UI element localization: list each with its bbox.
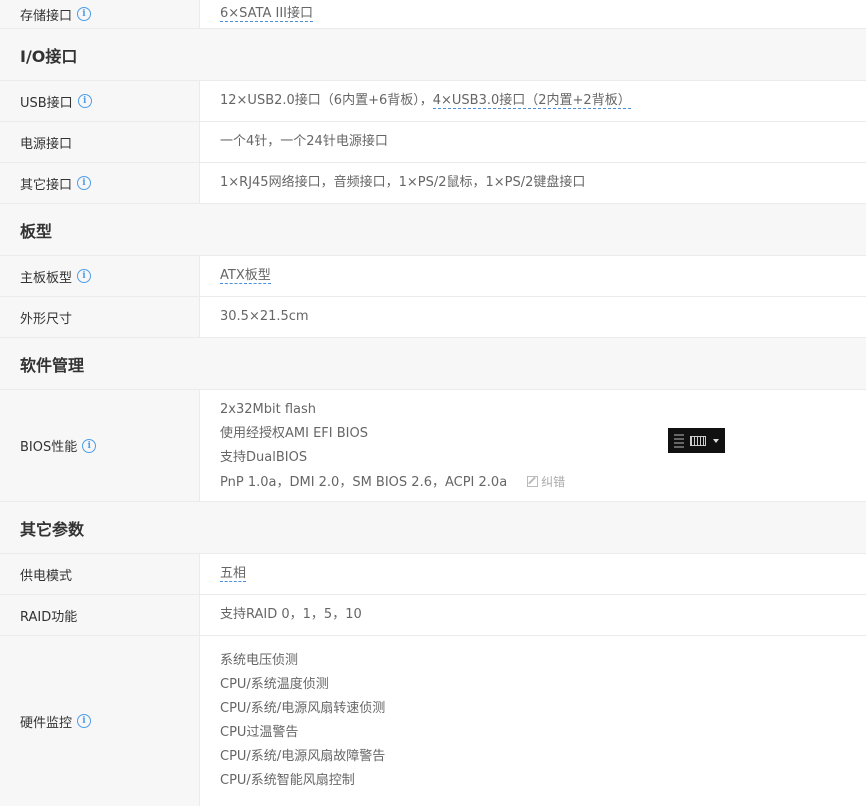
spec-label: 外形尺寸: [0, 297, 200, 337]
info-icon[interactable]: i: [77, 7, 92, 21]
spec-value: 五相: [200, 554, 866, 594]
spec-label: RAID功能: [0, 595, 200, 635]
spec-value: 6×SATA III接口: [200, 0, 866, 28]
edit-icon: [527, 475, 539, 487]
spec-link[interactable]: 五相: [220, 566, 247, 582]
keyboard-glyph-icon: [690, 435, 707, 446]
info-icon[interactable]: i: [82, 438, 97, 453]
spec-label: 硬件监控 i: [0, 636, 200, 806]
spec-link[interactable]: ATX板型: [220, 268, 271, 284]
spec-value: ATX板型: [200, 256, 866, 296]
keyboard-icon[interactable]: [668, 428, 725, 453]
spec-label: 供电模式: [0, 554, 200, 594]
spec-value: 2x32Mbit flash 使用经授权AMI EFI BIOS 支持DualB…: [220, 401, 566, 490]
spec-label: USB接口 i: [0, 81, 200, 121]
spec-row-form-factor: 主板板型 i ATX板型: [0, 256, 866, 297]
spec-value: 一个4针，一个24针电源接口: [220, 134, 388, 149]
info-icon[interactable]: i: [77, 714, 92, 728]
handle-icon: [674, 433, 685, 448]
spec-row-usb: USB接口 i 12×USB2.0接口（6内置+6背板），4×USB3.0接口（2…: [0, 81, 866, 122]
spec-label: 其它接口 i: [0, 163, 200, 203]
section-header-other: 其它参数: [0, 502, 866, 554]
spec-row-other-ports: 其它接口 i 1×RJ45网络接口，音频接口，1×PS/2鼠标，1×PS/2键盘接…: [0, 163, 866, 204]
spec-link[interactable]: 4×USB3.0接口（2内置+2背板）: [432, 93, 631, 109]
spec-value: 支持RAID 0，1，5，10: [220, 607, 362, 622]
section-header-io: I/O接口: [0, 29, 866, 81]
spec-row-bios: BIOS性能 i 2x32Mbit flash 使用经授权AMI EFI BIOS…: [0, 390, 866, 502]
spec-label: BIOS性能 i: [0, 390, 200, 501]
section-header-software: 软件管理: [0, 338, 866, 390]
spec-table: 存储接口 i 6×SATA III接口 I/O接口 USB接口 i 12×USB2.…: [0, 0, 866, 806]
spec-row-dimensions: 外形尺寸 30.5×21.5cm: [0, 297, 866, 338]
spec-value: 1×RJ45网络接口，音频接口，1×PS/2鼠标，1×PS/2键盘接口: [220, 175, 586, 190]
info-icon[interactable]: i: [77, 94, 92, 108]
spec-value: 30.5×21.5cm: [220, 309, 309, 324]
spec-row-hw-monitor: 硬件监控 i 系统电压侦测 CPU/系统温度侦测 CPU/系统/电源风扇转速侦测 …: [0, 636, 866, 806]
spec-value: 系统电压侦测 CPU/系统温度侦测 CPU/系统/电源风扇转速侦测 CPU过温警…: [220, 653, 386, 788]
chevron-down-icon: [712, 438, 719, 443]
spec-label: 存储接口 i: [0, 0, 200, 28]
info-icon[interactable]: i: [77, 176, 92, 190]
spec-value: 12×USB2.0接口（6内置+6背板），4×USB3.0接口（2内置+2背板）: [220, 93, 631, 109]
spec-label: 电源接口: [0, 122, 200, 162]
info-icon[interactable]: i: [77, 269, 92, 283]
spec-row-power-mode: 供电模式 五相: [0, 554, 866, 595]
correction-link[interactable]: 纠错: [527, 475, 565, 489]
spec-link[interactable]: 6×SATA III接口: [220, 6, 313, 22]
spec-row-raid: RAID功能 支持RAID 0，1，5，10: [0, 595, 866, 636]
spec-label: 主板板型 i: [0, 256, 200, 296]
section-header-board: 板型: [0, 204, 866, 256]
spec-row-storage: 存储接口 i 6×SATA III接口: [0, 0, 866, 29]
spec-row-power: 电源接口 一个4针，一个24针电源接口: [0, 122, 866, 163]
